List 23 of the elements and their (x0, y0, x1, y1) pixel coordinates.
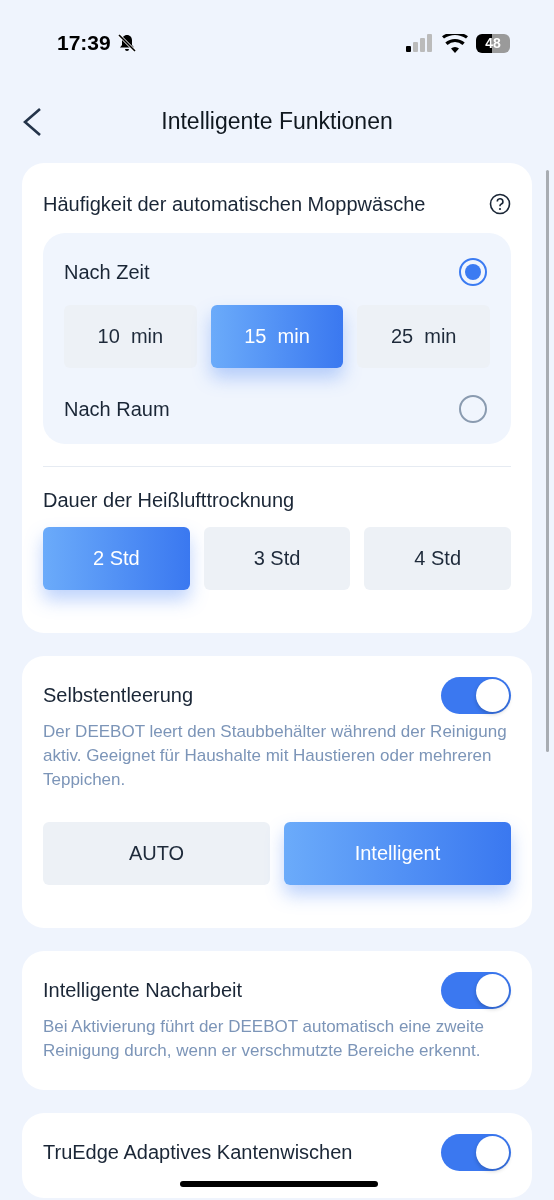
help-icon[interactable] (489, 193, 511, 215)
radio-option[interactable]: Nach Raum (64, 384, 490, 434)
feature-description: Bei Aktivierung führt der DEEBOT automatisch eine zweite Reinigung durch, wenn er verschmutzte Bereiche erkennt. (43, 1016, 485, 1062)
option-button[interactable]: 4 Std (364, 527, 511, 590)
feature-title: TruEdge Adaptives Kantenwischen (43, 1140, 353, 1164)
muted-bell-icon (116, 33, 137, 53)
toggle-switch[interactable] (441, 1133, 511, 1171)
option-button[interactable]: AUTO (43, 822, 270, 885)
page-title: Intelligente Funktionen (161, 107, 393, 135)
option-button[interactable]: 25 min (357, 305, 490, 368)
signal-icon (406, 34, 434, 52)
toggle-switch[interactable] (441, 676, 511, 714)
option-button[interactable]: 10 min (64, 305, 197, 368)
section-title: Dauer der Heißlufttrocknung (43, 488, 295, 512)
clock-time: 17:39 (57, 31, 111, 55)
section-title: Häufigkeit der automatischen Moppwäsche (43, 192, 426, 216)
radio-option[interactable]: Nach Zeit (64, 247, 490, 297)
feature-title: Selbstentleerung (43, 683, 194, 707)
wifi-icon (442, 33, 468, 53)
toggle-switch[interactable] (441, 971, 511, 1009)
feature-description: Der DEEBOT leert den Staubbehälter während der Reinigung aktiv. Geeignet für Haushalte mit Haustieren oder mehreren Teppichen. (43, 721, 508, 791)
option-button[interactable]: 3 Std (203, 527, 351, 590)
feature-title: Intelligente Nacharbeit (43, 978, 242, 1002)
